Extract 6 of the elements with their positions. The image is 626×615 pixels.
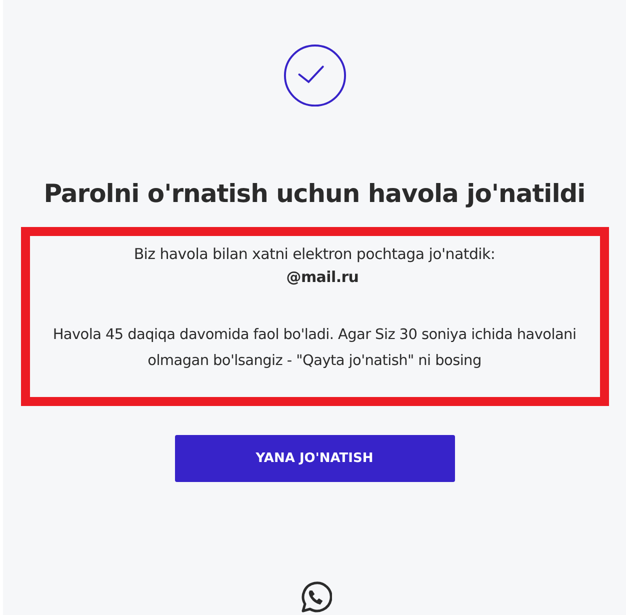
email-address: @mail.ru (286, 267, 359, 288)
sent-message: Biz havola bilan xatni elektron pochtaga jo'natdik: (134, 244, 496, 266)
checkmark-circle-icon (282, 44, 346, 108)
info-message: Havola 45 daqiqa davomida faol bo'ladi. Agar Siz 30 soniya ichida havolani olmagan bo'lsangiz - "Qayta jo'natish" ni bosing (52, 326, 578, 372)
resend-button[interactable]: YANA JO'NATISH (174, 434, 454, 482)
page-title: Parolni o'rnatish uchun havola jo'natildi (44, 178, 586, 210)
